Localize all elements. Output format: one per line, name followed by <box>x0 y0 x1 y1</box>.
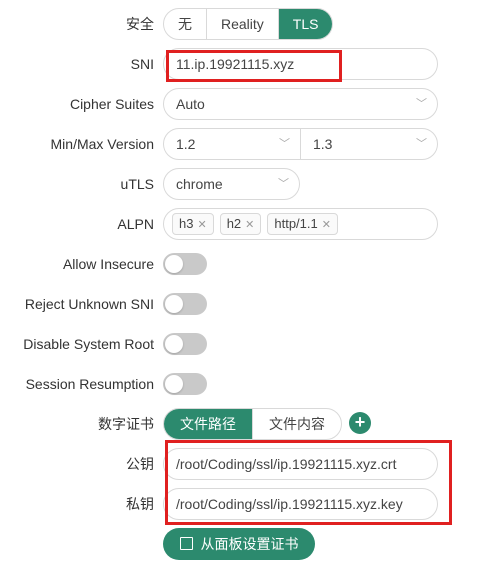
chevron-down-icon: ﹀ <box>278 178 289 190</box>
max-version-value: 1.3 <box>313 136 333 152</box>
chevron-down-icon: ﹀ <box>416 98 427 110</box>
toggle-knob <box>165 335 183 353</box>
private-key-input[interactable]: /root/Coding/ssl/ip.19921115.xyz.key <box>163 488 438 520</box>
alpn-tag-label: h3 <box>179 216 194 231</box>
certificate-option-content[interactable]: 文件内容 <box>253 409 341 439</box>
max-version-select[interactable]: 1.3 ﹀ <box>300 128 438 160</box>
toggle-knob <box>165 375 183 393</box>
close-icon[interactable]: ✕ <box>245 219 254 231</box>
security-label: 安全 <box>126 16 154 32</box>
cipher-suites-select[interactable]: Auto ﹀ <box>163 88 438 120</box>
certificate-segmented: 文件路径 文件内容 <box>163 408 342 440</box>
alpn-tag-label: h2 <box>226 216 242 231</box>
close-icon[interactable]: ✕ <box>197 219 206 231</box>
sni-label: SNI <box>130 56 154 72</box>
public-key-input[interactable]: /root/Coding/ssl/ip.19921115.xyz.crt <box>163 448 438 480</box>
toggle-knob <box>165 295 183 313</box>
reject-unknown-sni-toggle[interactable] <box>163 293 207 315</box>
sni-input[interactable]: 11.ip.19921115.xyz <box>163 48 438 80</box>
utls-value: chrome <box>176 176 223 192</box>
allow-insecure-toggle[interactable] <box>163 253 207 275</box>
close-icon[interactable]: ✕ <box>322 219 331 231</box>
public-key-label: 公钥 <box>126 456 154 472</box>
session-resumption-toggle[interactable] <box>163 373 207 395</box>
cipher-suites-value: Auto <box>176 96 205 112</box>
min-version-value: 1.2 <box>176 136 196 152</box>
min-max-version-label: Min/Max Version <box>50 136 154 152</box>
login-icon <box>179 537 193 550</box>
certificate-option-path[interactable]: 文件路径 <box>164 409 253 439</box>
min-version-select[interactable]: 1.2 ﹀ <box>163 128 301 160</box>
chevron-down-icon: ﹀ <box>279 138 290 150</box>
cipher-suites-label: Cipher Suites <box>69 96 154 112</box>
security-segmented: 无 Reality TLS <box>163 8 334 40</box>
security-option-reality[interactable]: Reality <box>207 9 279 39</box>
utls-select[interactable]: chrome ﹀ <box>163 168 300 200</box>
set-cert-from-panel-label: 从面板设置证书 <box>200 536 299 552</box>
toggle-knob <box>165 255 183 273</box>
security-option-tls[interactable]: TLS <box>278 9 333 39</box>
utls-label: uTLS <box>120 176 154 192</box>
alpn-label: ALPN <box>117 216 154 232</box>
security-option-none[interactable]: 无 <box>164 9 207 39</box>
chevron-down-icon: ﹀ <box>416 138 427 150</box>
alpn-tag: h2 ✕ <box>219 213 262 235</box>
alpn-tag: h3 ✕ <box>172 213 214 235</box>
disable-system-root-label: Disable System Root <box>23 336 154 352</box>
alpn-tag-label: http/1.1 <box>274 216 318 231</box>
private-key-label: 私钥 <box>126 496 154 512</box>
plus-icon[interactable]: + <box>349 412 371 434</box>
allow-insecure-label: Allow Insecure <box>62 256 154 272</box>
disable-system-root-toggle[interactable] <box>163 333 207 355</box>
alpn-tag: http/1.1 ✕ <box>267 213 338 235</box>
set-cert-from-panel-button[interactable]: 从面板设置证书 <box>163 528 315 560</box>
certificate-label: 数字证书 <box>98 416 154 432</box>
reject-unknown-sni-label: Reject Unknown SNI <box>24 296 154 312</box>
alpn-multiselect[interactable]: h3 ✕ h2 ✕ http/1.1 ✕ <box>163 208 438 240</box>
session-resumption-label: Session Resumption <box>25 376 154 392</box>
